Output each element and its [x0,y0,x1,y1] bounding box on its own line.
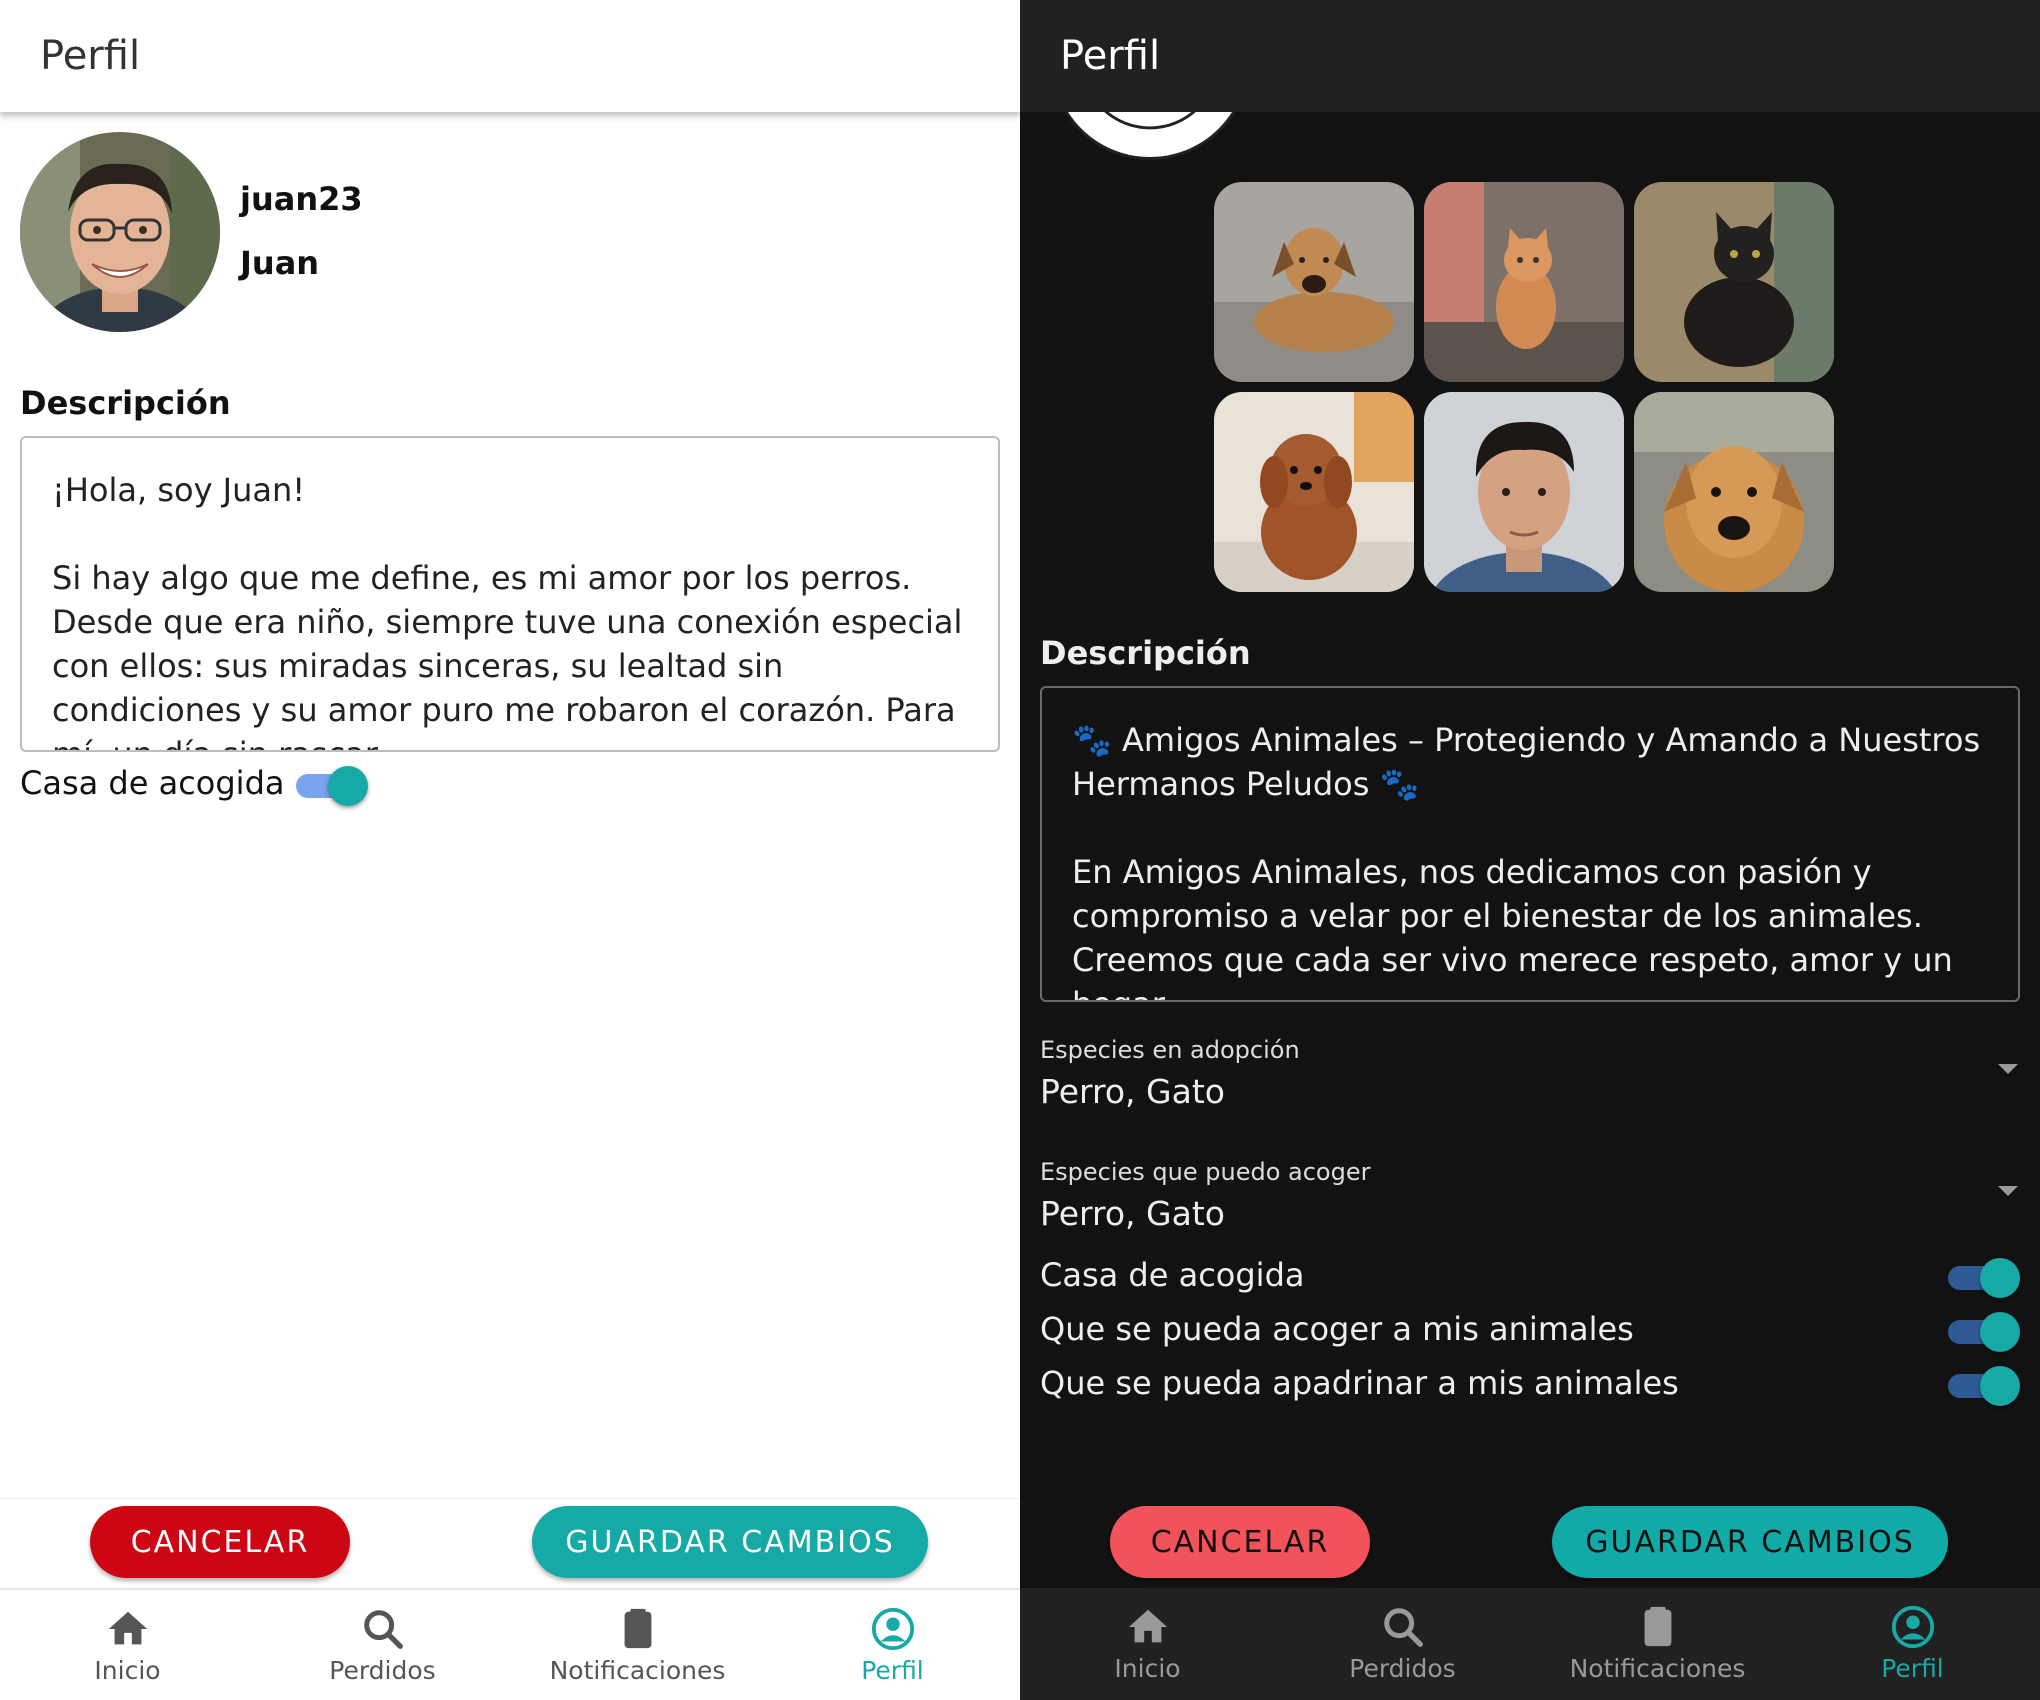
description-title: Descripción [1040,634,1251,672]
dark-profile-screen: Perfil Descripción 🐾 Amigos Animales – P… [1020,0,2040,1700]
gallery-photo-1[interactable] [1214,182,1414,382]
clipboard-icon [1644,1606,1671,1647]
app-bar: Perfil [1020,0,2040,112]
nav-item-inicio[interactable]: Inicio [0,1590,255,1700]
home-icon [108,1611,147,1645]
description-title: Descripción [20,384,231,422]
black-cat-photo [1634,182,1834,382]
dropdown-value: Perro, Gato [1040,1072,1225,1111]
nav-item-notificaciones[interactable]: Notificaciones [1530,1588,1785,1700]
cancel-button[interactable]: CANCELAR [90,1506,350,1578]
profile-icon [871,1607,914,1651]
man-portrait-photo [1424,392,1624,592]
nav-label: Inicio [1114,1654,1181,1683]
nav-item-perdidos[interactable]: Perdidos [1275,1588,1530,1700]
display-name: Juan [240,244,320,282]
nav-label: Perfil [861,1656,924,1685]
nav-item-perdidos[interactable]: Perdidos [255,1590,510,1700]
description-textarea[interactable]: ¡Hola, soy Juan! Si hay algo que me defi… [20,436,1000,752]
clipboard-icon [624,1608,651,1649]
nav-label: Notificaciones [549,1656,726,1685]
dog-lying-photo [1214,182,1414,382]
page-title: Perfil [40,33,141,79]
switch-thumb [1980,1312,2020,1352]
cancel-button[interactable]: CANCELAR [1110,1506,1370,1578]
profile-icon [1891,1605,1934,1649]
nav-label: Perfil [1881,1654,1944,1683]
light-profile-screen: Perfil juan23 Juan Descripción ¡Hola, so… [0,0,1020,1700]
species-foster-dropdown[interactable]: Especies que puedo acoger Perro, Gato [1040,1158,2020,1233]
switch-thumb [1980,1258,2020,1298]
save-changes-button[interactable]: GUARDAR CAMBIOS [532,1506,928,1578]
dropdown-label: Especies que puedo acoger [1040,1158,1371,1186]
app-bar: Perfil [0,0,1020,112]
search-icon [363,1610,403,1649]
dropdown-value: Perro, Gato [1040,1194,1225,1233]
allow-sponsor-toggle[interactable] [1948,1366,2020,1406]
chevron-down-icon[interactable] [1998,1186,2018,1196]
gallery-photo-6[interactable] [1634,392,1834,592]
foster-toggle-label: Casa de acogida [20,764,285,802]
bottom-navigation: Inicio Perdidos Notificaciones Perfil [1020,1588,2040,1700]
switch-thumb [328,766,368,806]
nav-item-perfil[interactable]: Perfil [1785,1588,2040,1700]
foster-toggle-label: Casa de acogida [1040,1256,1305,1294]
switch-thumb [1980,1366,2020,1406]
nav-label: Notificaciones [1569,1654,1746,1683]
chevron-down-icon[interactable] [1998,1064,2018,1074]
species-adoption-dropdown[interactable]: Especies en adopción Perro, Gato [1040,1036,2020,1111]
username: juan23 [240,180,363,218]
bottom-navigation: Inicio Perdidos Notificaciones Perfil [0,1588,1020,1700]
golden-dog-photo [1634,392,1834,592]
poodle-photo [1214,392,1414,592]
description-textarea[interactable]: 🐾 Amigos Animales – Protegiendo y Amando… [1040,686,2020,1002]
nav-label: Perdidos [1349,1654,1456,1683]
nav-item-perfil[interactable]: Perfil [765,1590,1020,1700]
nav-item-inicio[interactable]: Inicio [1020,1588,1275,1700]
nav-label: Perdidos [329,1656,436,1685]
save-changes-button[interactable]: GUARDAR CAMBIOS [1552,1506,1948,1578]
allow-sponsor-toggle-label: Que se pueda apadrinar a mis animales [1040,1364,1679,1402]
search-icon [1383,1608,1423,1647]
foster-toggle[interactable] [296,766,368,806]
dropdown-label: Especies en adopción [1040,1036,1300,1064]
avatar-photo [20,132,220,332]
gallery-photo-2[interactable] [1424,182,1624,382]
gallery-photo-4[interactable] [1214,392,1414,592]
allow-foster-toggle[interactable] [1948,1312,2020,1352]
nav-item-notificaciones[interactable]: Notificaciones [510,1590,765,1700]
gallery-photo-3[interactable] [1634,182,1834,382]
home-icon [1128,1609,1167,1643]
page-title: Perfil [1060,33,1161,79]
avatar[interactable] [20,132,220,332]
gallery-photo-5[interactable] [1424,392,1624,592]
allow-foster-toggle-label: Que se pueda acoger a mis animales [1040,1310,1634,1348]
orange-cat-photo [1424,182,1624,382]
foster-toggle[interactable] [1948,1258,2020,1298]
nav-label: Inicio [94,1656,161,1685]
